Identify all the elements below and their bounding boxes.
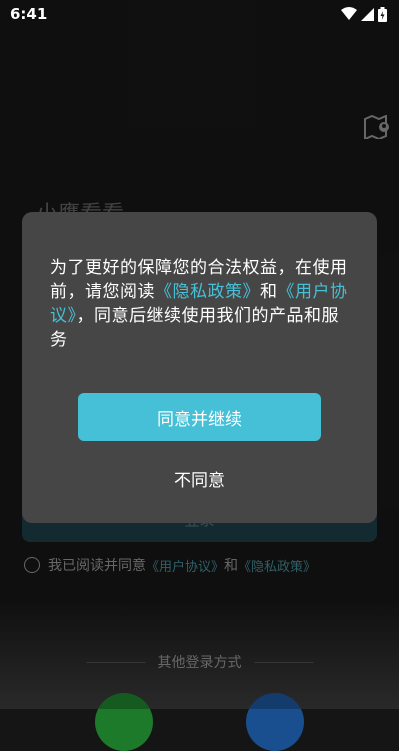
status-time: 6:41 — [10, 5, 48, 23]
signal-icon — [361, 7, 374, 21]
dialog-text-part2: ，同意后继续使用我们的产品和服务 — [50, 306, 339, 350]
status-bar: 6:41 — [0, 0, 399, 28]
dialog-conjunction: 和 — [260, 282, 278, 302]
dialog-message: 为了更好的保障您的合法权益，在使用前，请您阅读《隐私政策》和《用户协议》，同意后… — [50, 256, 349, 352]
status-icons — [341, 6, 387, 22]
agree-continue-button[interactable]: 同意并继续 — [78, 393, 321, 441]
battery-icon — [378, 6, 387, 22]
privacy-dialog: 为了更好的保障您的合法权益，在使用前，请您阅读《隐私政策》和《用户协议》，同意后… — [22, 212, 377, 523]
wifi-icon — [341, 7, 357, 20]
dialog-privacy-link[interactable]: 《隐私政策》 — [155, 282, 260, 302]
disagree-button[interactable]: 不同意 — [78, 460, 321, 496]
